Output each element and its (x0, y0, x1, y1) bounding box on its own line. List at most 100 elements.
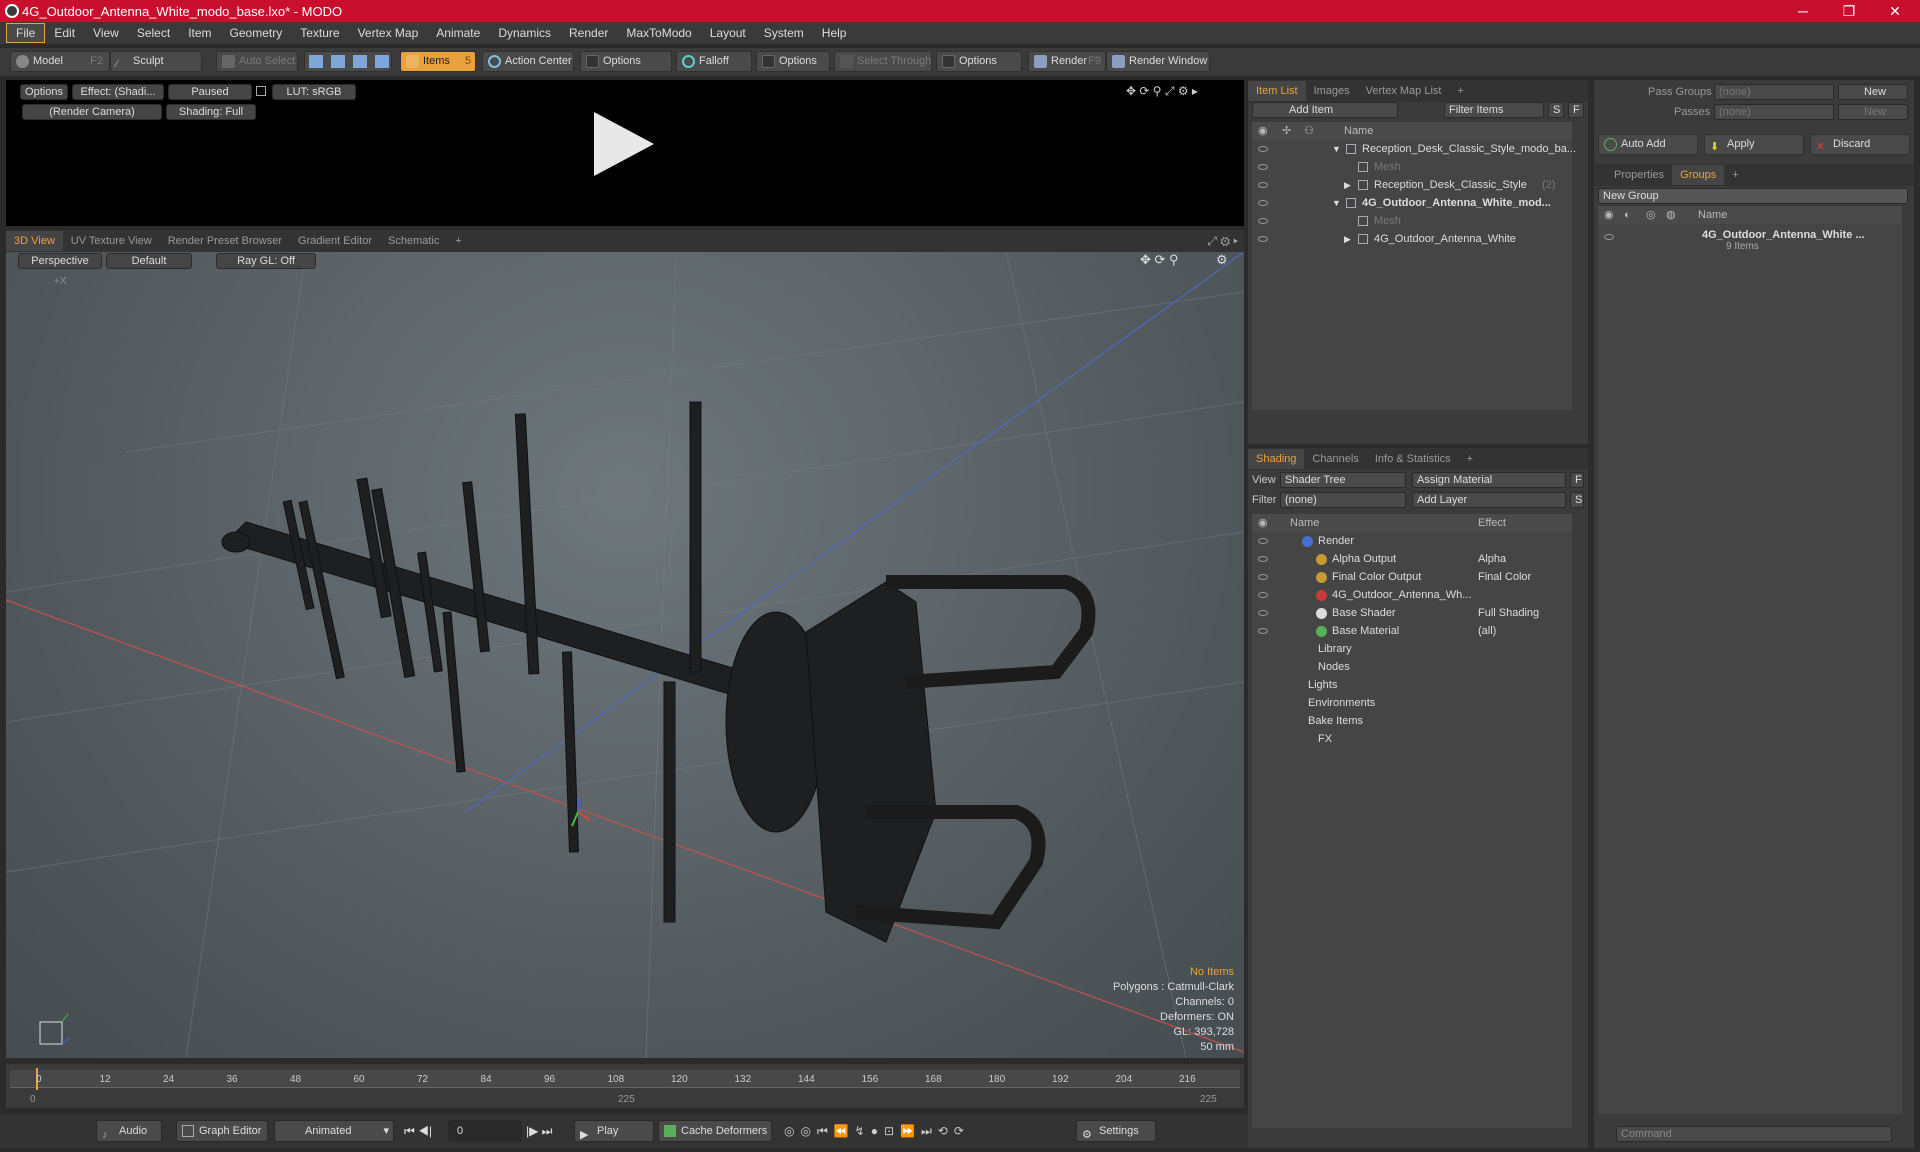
preview-options-button[interactable]: Options (20, 84, 68, 100)
vertices-mode-icon[interactable] (309, 55, 323, 68)
shader-tree-row[interactable]: Final Color Output Final Color (1252, 568, 1572, 586)
name-column-header[interactable]: Name (1290, 514, 1319, 532)
name-column-header[interactable]: Name (1344, 122, 1373, 140)
auto-add-button[interactable]: Auto Add (1598, 134, 1698, 155)
frame-input[interactable]: 0 (448, 1120, 522, 1142)
perspective-dropdown[interactable]: Perspective (18, 253, 102, 269)
tab-shading[interactable]: Shading (1248, 449, 1305, 469)
sculpt-mode-button[interactable]: ⁄ Sculpt (110, 51, 202, 72)
group-row[interactable]: 4G_Outdoor_Antenna_White ... 9 Items (1598, 226, 1902, 258)
pass-groups-dropdown[interactable]: (none) (1714, 84, 1834, 100)
lock-icon[interactable] (256, 86, 266, 96)
close-button[interactable]: ✕ (1872, 0, 1918, 22)
keyframe-tool-icons[interactable]: ◎◎⏮⏪↯●⊡⏩⏭⟲⟳ (784, 1124, 970, 1139)
shader-tree-row[interactable]: Lights (1252, 676, 1572, 694)
add-layer-dropdown[interactable]: Add Layer (1412, 492, 1566, 508)
play-preview-icon[interactable] (588, 110, 658, 180)
shader-tree-row[interactable]: Environments (1252, 694, 1572, 712)
shader-tree-row[interactable]: Nodes (1252, 658, 1572, 676)
expand-arrow-icon[interactable]: ▶ (1344, 176, 1351, 194)
eye-icon[interactable] (1258, 146, 1268, 152)
item-list-row[interactable]: Mesh (1252, 158, 1572, 176)
shader-tree-row[interactable]: Bake Items (1252, 712, 1572, 730)
shading-filter-dropdown[interactable]: (none) (1280, 492, 1406, 508)
item-list-row[interactable]: ▼ 4G_Outdoor_Antenna_White_mod... (1252, 194, 1572, 212)
new-group-button[interactable]: New Group (1598, 188, 1908, 204)
eye-icon[interactable] (1258, 236, 1268, 242)
shading-f-button[interactable]: F (1570, 472, 1584, 488)
polygons-mode-icon[interactable] (353, 55, 367, 68)
eye-icon[interactable] (1258, 556, 1268, 562)
falloff-options-button[interactable]: Options (756, 51, 830, 72)
filter-items-input[interactable]: Filter Items (1444, 102, 1544, 118)
item-list-row[interactable]: ▶ 4G_Outdoor_Antenna_White (1252, 230, 1572, 248)
settings-button[interactable]: ⚙ Settings (1076, 1120, 1156, 1142)
name-column-header[interactable]: Name (1698, 206, 1727, 224)
tab-info-statistics[interactable]: Info & Statistics (1367, 449, 1459, 469)
apply-button[interactable]: ⬇ Apply (1704, 134, 1804, 155)
expand-arrow-icon[interactable]: ▼ (1332, 194, 1341, 212)
eye-icon[interactable] (1258, 218, 1268, 224)
skip-back-icons[interactable]: ⏮ ◀| (404, 1124, 432, 1139)
menu-maxtomodo[interactable]: MaxToModo (617, 22, 700, 44)
viewport-settings-icon[interactable]: ⚙ (1216, 252, 1228, 268)
menu-vertex-map[interactable]: Vertex Map (349, 22, 428, 44)
menu-view[interactable]: View (84, 22, 128, 44)
menu-render[interactable]: Render (560, 22, 617, 44)
menu-help[interactable]: Help (813, 22, 856, 44)
raygl-dropdown[interactable]: Ray GL: Off (216, 253, 316, 269)
add-item-dropdown[interactable]: Add Item (1252, 102, 1398, 118)
play-button[interactable]: ▶ Play (574, 1120, 654, 1142)
model-mode-button[interactable]: Model F2 (10, 51, 110, 72)
shader-effect-dropdown[interactable]: (all) (1478, 622, 1496, 640)
shader-tree-dropdown[interactable]: Shader Tree (1280, 472, 1406, 488)
tab-groups[interactable]: Groups (1672, 165, 1725, 185)
cache-deformers-button[interactable]: Cache Deformers (658, 1120, 772, 1142)
menu-select[interactable]: Select (128, 22, 179, 44)
lut-dropdown[interactable]: LUT: sRGB (272, 84, 356, 100)
shader-tree-row[interactable]: Render (1252, 532, 1572, 550)
menu-item[interactable]: Item (179, 22, 220, 44)
tab-images[interactable]: Images (1306, 81, 1358, 101)
preview-paused-button[interactable]: Paused (168, 84, 252, 100)
items-mode-button[interactable]: Items 5 (400, 51, 476, 72)
tab-schematic[interactable]: Schematic (380, 231, 447, 251)
select-through-button[interactable]: Select Through (834, 51, 932, 72)
eye-icon[interactable] (1258, 628, 1268, 634)
default-style-dropdown[interactable]: Default (106, 253, 192, 269)
eye-icon[interactable] (1258, 538, 1268, 544)
filter-s-button[interactable]: S (1548, 102, 1564, 118)
render-camera-dropdown[interactable]: (Render Camera) (22, 104, 162, 120)
tab-uv-texture-view[interactable]: UV Texture View (63, 231, 160, 251)
command-input[interactable]: Command (1616, 1126, 1892, 1142)
menu-dynamics[interactable]: Dynamics (489, 22, 560, 44)
add-tab-button[interactable]: + (1724, 165, 1746, 185)
edges-mode-icon[interactable] (331, 55, 345, 68)
eye-icon[interactable] (1258, 592, 1268, 598)
action-center-options-button[interactable]: Options (580, 51, 672, 72)
new-pass-button[interactable]: New (1838, 104, 1908, 120)
timeline[interactable]: 0 12 24 36 48 60 72 84 96 108 120 132 144 156 168 180 19… (6, 1064, 1244, 1108)
eye-icon[interactable] (1258, 164, 1268, 170)
tab-vertex-map-list[interactable]: Vertex Map List (1358, 81, 1450, 101)
passes-dropdown[interactable]: (none) (1714, 104, 1834, 120)
materials-mode-icon[interactable] (375, 55, 389, 68)
filter-f-button[interactable]: F (1568, 102, 1584, 118)
animated-dropdown[interactable]: Animated ▾ (274, 1120, 394, 1142)
item-list-row[interactable]: ▶ Reception_Desk_Classic_Style (2) (1252, 176, 1572, 194)
discard-button[interactable]: ✕ Discard (1810, 134, 1910, 155)
menu-file[interactable]: File (6, 23, 46, 43)
skip-forward-icons[interactable]: |▶ ⏭ (526, 1124, 552, 1139)
menu-texture[interactable]: Texture (291, 22, 348, 44)
render-window-button[interactable]: Render Window (1106, 51, 1210, 72)
shader-effect-dropdown[interactable]: Alpha (1478, 550, 1506, 568)
menu-edit[interactable]: Edit (45, 22, 84, 44)
auto-select-button[interactable]: Auto Select (216, 51, 298, 72)
eye-icon[interactable] (1258, 574, 1268, 580)
add-tab-button[interactable]: + (447, 231, 469, 251)
render-button[interactable]: Render F9 (1028, 51, 1106, 72)
tab-3d-view[interactable]: 3D View (6, 231, 63, 251)
eye-icon[interactable] (1604, 234, 1614, 240)
menu-geometry[interactable]: Geometry (221, 22, 292, 44)
shader-tree-row[interactable]: Base Shader Full Shading (1252, 604, 1572, 622)
